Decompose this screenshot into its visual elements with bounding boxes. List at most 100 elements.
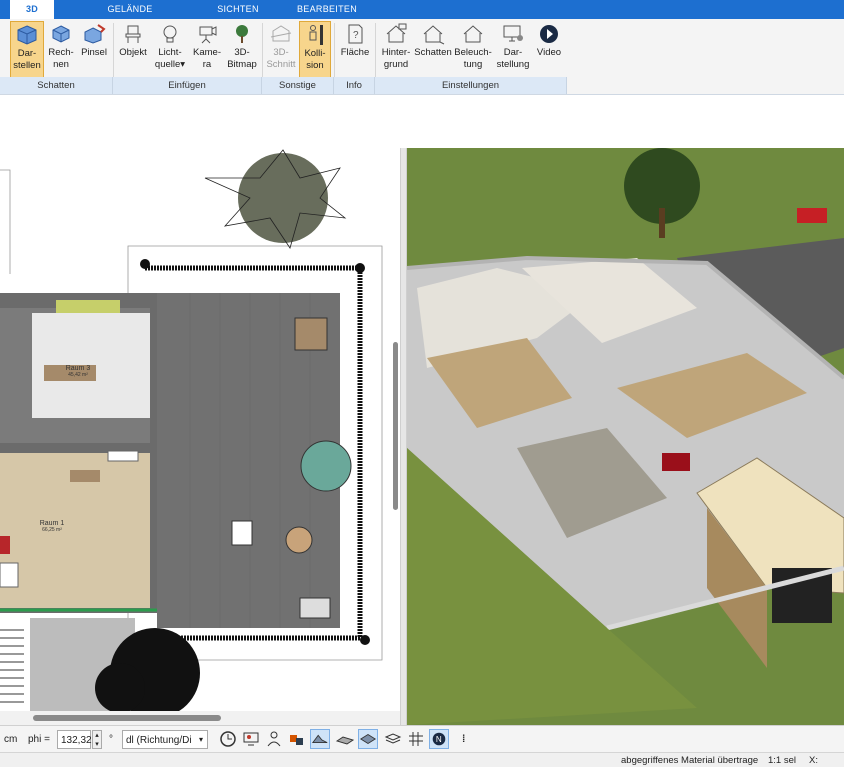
bitmap-label-2: Bitmap [227, 59, 257, 70]
schatten-button[interactable]: Schatten [413, 21, 453, 79]
bottom-toolbar: cm phi = 132,32 ▴ ▾ ° dl (Richtung/Di ▾ N… [0, 725, 844, 752]
room-1-label: Raum 1 66,25 m² [32, 520, 72, 533]
darstellen-button[interactable]: Dar- stellen [10, 21, 44, 79]
beleuchtung-label-1: Beleuch- [454, 47, 492, 58]
darstellung-button[interactable]: Dar- stellung [494, 21, 532, 79]
clock-icon[interactable] [218, 729, 238, 749]
darstellen-label-2: stellen [13, 60, 41, 71]
phi-input[interactable]: 132,32 [57, 730, 92, 749]
app-window: 3D GELÄNDE SICHTEN BEARBEITEN Dar- stell… [0, 0, 844, 767]
tab-gelaende[interactable]: GELÄNDE [100, 0, 160, 19]
floor-plan-view[interactable]: Raum 3 45,42 m² Raum 1 66,25 m² [0, 148, 400, 711]
kollision-label-2: sion [306, 60, 324, 71]
group-einfuegen: Einfügen [113, 77, 262, 94]
floor-layer-icon[interactable] [358, 729, 378, 749]
svg-text:?: ? [353, 30, 359, 41]
video-button[interactable]: Video [533, 21, 565, 79]
status-scale: 1:1 sel [768, 755, 796, 766]
terrain-icon[interactable] [310, 729, 330, 749]
tree-top-symbol [204, 149, 347, 249]
colored-cubes-icon[interactable] [287, 729, 307, 749]
svg-text:N: N [436, 735, 442, 744]
walls-icon[interactable] [335, 729, 355, 749]
room-1-area: 66,25 m² [42, 527, 62, 533]
lichtquelle-label-1: Licht- [158, 47, 182, 58]
objekt-button[interactable]: Objekt [116, 21, 150, 79]
scrollbar-thumb[interactable] [33, 715, 221, 721]
schnitt-label-2: Schnitt [266, 59, 296, 70]
beleuchtung-label-2: tung [463, 59, 483, 70]
darstellung-label-1: Dar- [503, 47, 523, 58]
play-icon [540, 25, 558, 43]
group-info: Info [334, 77, 375, 94]
north-compass-icon[interactable]: N [429, 729, 449, 749]
tab-sichten[interactable]: SICHTEN [210, 0, 266, 19]
flaeche-button[interactable]: ? Fläche [338, 21, 372, 79]
chevron-down-icon[interactable]: ▾ [199, 730, 209, 749]
ribbon: Dar- stellen Rech- nen Pinsel Objekt Lic… [0, 19, 844, 95]
house-light-icon [463, 25, 483, 43]
monitor-icon[interactable] [241, 729, 261, 749]
hintergrund-button[interactable]: Hinter- grund [378, 21, 414, 79]
3d-view[interactable] [407, 148, 844, 725]
pinsel-button[interactable]: Pinsel [78, 21, 110, 79]
bitmap-label-1: 3D- [234, 47, 250, 58]
schnitt-label-1: 3D- [273, 47, 289, 58]
hintergrund-label-2: grund [383, 59, 409, 70]
camera-icon [199, 26, 217, 44]
rechnen-button[interactable]: Rech- nen [46, 21, 76, 79]
dropdown-arrow-icon: ▾ [180, 59, 186, 70]
unit-label: cm [4, 734, 18, 745]
group-einstellungen: Einstellungen [375, 77, 567, 94]
group-schatten: Schatten [0, 77, 113, 94]
hintergrund-label-1: Hinter- [381, 47, 411, 58]
paint-cube-icon [84, 24, 106, 44]
flaeche-label: Fläche [340, 47, 370, 58]
house-shadow-icon [423, 25, 445, 45]
darstellung-label-2: stellung [496, 59, 530, 70]
beleuchtung-button[interactable]: Beleuch- tung [454, 21, 492, 79]
kamera-label-1: Kame- [193, 47, 221, 58]
objekt-label: Objekt [119, 47, 147, 58]
rechnen-label-1: Rech- [48, 47, 74, 58]
info-document-icon: ? [348, 24, 363, 44]
floor-plan-canvas [0, 149, 383, 711]
pinsel-label: Pinsel [81, 47, 107, 58]
view-splitter[interactable] [400, 148, 407, 725]
kollision-label-1: Kolli- [304, 48, 326, 59]
status-message: abgegriffenes Material übertrage [621, 755, 759, 766]
kollision-button[interactable]: Kolli- sion [299, 21, 331, 79]
plan-horizontal-scrollbar[interactable] [0, 711, 400, 725]
status-bar: abgegriffenes Material übertrage 1:1 sel… [0, 752, 844, 767]
grid-icon[interactable] [406, 729, 426, 749]
tab-3d[interactable]: 3D [10, 0, 54, 19]
chair-icon [125, 25, 141, 43]
layers-icon[interactable] [383, 729, 403, 749]
schnitt-button[interactable]: 3D- Schnitt [264, 21, 298, 79]
room-3-label: Raum 3 45,42 m² [58, 365, 98, 378]
ribbon-tab-bar: 3D GELÄNDE SICHTEN BEARBEITEN [0, 0, 844, 19]
plan-vertical-scrollbar[interactable] [393, 342, 398, 510]
coord-x-label: X: [809, 755, 818, 766]
light-bulb-icon [163, 25, 177, 43]
kamera-button[interactable]: Kame- ra [190, 21, 224, 79]
person-wall-icon [309, 25, 323, 45]
rechnen-label-2: nen [53, 59, 69, 70]
tree-icon [236, 25, 248, 43]
lichtquelle-label-2: quelle [154, 59, 181, 70]
phi-stepper[interactable]: ▴ ▾ [92, 730, 102, 749]
group-sonstige: Sonstige [262, 77, 334, 94]
cube-icon [17, 25, 37, 45]
tab-bearbeiten[interactable]: BEARBEITEN [290, 0, 364, 19]
kamera-label-2: ra [202, 59, 212, 70]
lichtquelle-button[interactable]: Licht- quelle▾ [152, 21, 188, 79]
room-3-name: Raum 3 [65, 365, 91, 372]
bitmap-button[interactable]: 3D- Bitmap [224, 21, 260, 79]
video-label: Video [536, 47, 562, 58]
person-settings-icon[interactable] [264, 729, 284, 749]
more-options-icon[interactable]: ⁞ [462, 730, 465, 749]
3d-scene [407, 148, 844, 725]
cube-calc-icon [52, 25, 70, 43]
room-3-area: 45,42 m² [68, 372, 88, 378]
direction-select[interactable]: dl (Richtung/Di [122, 730, 208, 749]
